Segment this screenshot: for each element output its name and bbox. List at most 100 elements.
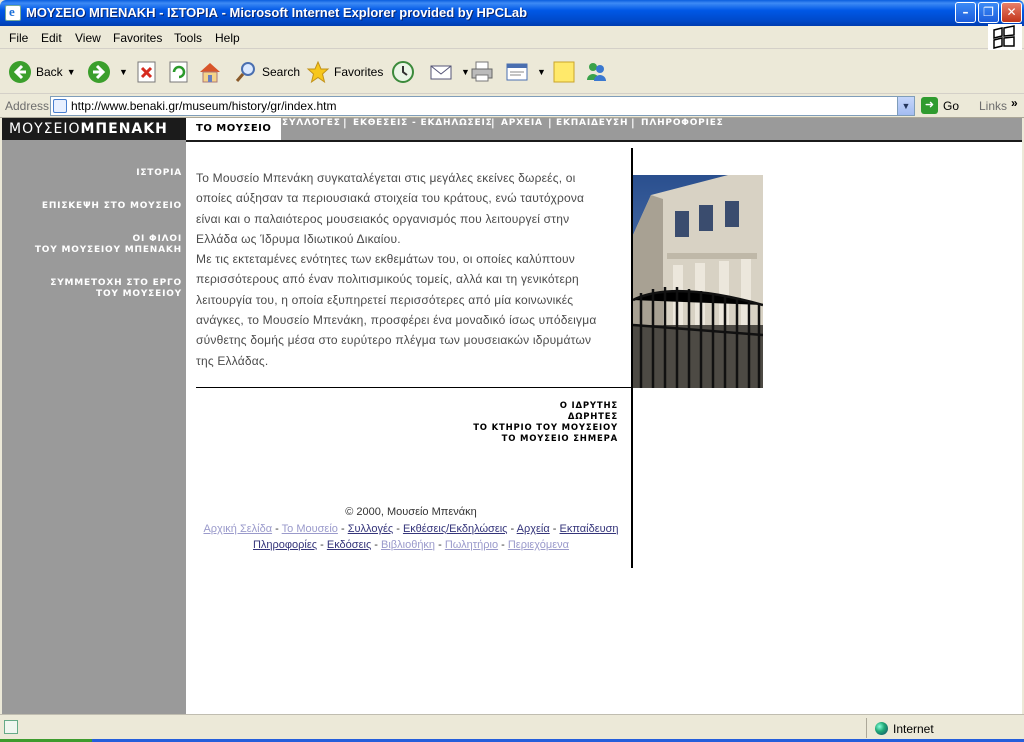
address-input[interactable]: http://www.benaki.gr/museum/history/gr/i… (50, 96, 915, 116)
menu-bar: File Edit View Favorites Tools Help (0, 27, 1024, 49)
ie-icon (5, 4, 21, 21)
print-button[interactable] (470, 58, 498, 86)
go-button[interactable]: ➜ Go (921, 97, 959, 114)
edit-dropdown-icon[interactable]: ▼ (537, 67, 546, 77)
footer-separator: - (371, 539, 382, 551)
nav-education[interactable]: ΕΚΠΑΙΔΕΥΣΗ (556, 118, 628, 140)
footer-link-exhibitions[interactable]: Εκθέσεις/Εκδηλώσεις (403, 523, 508, 535)
forward-dropdown-icon[interactable]: ▼ (119, 67, 128, 77)
menu-help[interactable]: Help (215, 31, 240, 45)
forward-button[interactable]: ▼ (87, 58, 128, 86)
menu-tools[interactable]: Tools (174, 31, 202, 45)
menu-file[interactable]: File (9, 31, 28, 45)
sidebar-item-friends[interactable]: ΟΙ ΦΙΛΟΙ ΤΟΥ ΜΟΥΣΕΙΟΥ ΜΠΕΝΑΚΗ (35, 234, 182, 256)
sidebar-item-participate[interactable]: ΣΥΜΜΕΤΟΧΗ ΣΤΟ ΕΡΓΟ ΤΟΥ ΜΟΥΣΕΙΟΥ (50, 278, 182, 300)
sidebar: ΙΣΤΟΡΙΑ ΕΠΙΣΚΕΨΗ ΣΤΟ ΜΟΥΣΕΙΟ ΟΙ ΦΙΛΟΙ ΤΟ… (2, 140, 186, 714)
browser-window: ΜΟΥΣΕΙΟ ΜΠΕΝΑΚΗ - ΙΣΤΟΡΙΑ - Microsoft In… (0, 0, 1024, 742)
nav-separator: | (343, 118, 347, 129)
nav-exhibitions[interactable]: ΕΚΘΕΣΕΙΣ - ΕΚΔΗΛΩΣΕΙΣ (353, 118, 493, 140)
search-icon (235, 62, 255, 82)
text-line: Ελλάδα ως Ίδρυμα Ιδιωτικού Δικαίου. (196, 231, 401, 246)
footer-separator: - (507, 523, 517, 535)
back-dropdown-icon[interactable]: ▼ (67, 67, 76, 77)
status-separator (866, 718, 867, 738)
footer-separator: - (435, 539, 445, 551)
minimize-button[interactable]: – (955, 2, 976, 23)
footer-separator: - (549, 523, 560, 535)
footer-link-information[interactable]: Πληροφορίες (253, 539, 317, 551)
address-url[interactable]: http://www.benaki.gr/museum/history/gr/i… (71, 99, 336, 113)
favorites-button[interactable]: Favorites (306, 58, 383, 86)
nav-separator: | (631, 118, 635, 129)
internet-zone-icon (875, 722, 888, 735)
subnav-founder[interactable]: Ο ΙΔΡΥΤΗΣ (402, 401, 618, 412)
discuss-button[interactable] (552, 58, 580, 86)
sidebar-item-visit[interactable]: ΕΠΙΣΚΕΨΗ ΣΤΟ ΜΟΥΣΕΙΟ (42, 201, 182, 212)
nav-separator: | (548, 118, 552, 129)
history-button[interactable] (391, 58, 419, 86)
history-icon (392, 61, 414, 83)
footer-links-row2: Πληροφορίες - Εκδόσεις - Βιβλιοθήκη - Πω… (196, 537, 626, 553)
footer-link-shop[interactable]: Πωλητήριο (445, 539, 498, 551)
address-label: Address (5, 99, 50, 113)
footer-link-education[interactable]: Εκπαίδευση (560, 523, 619, 535)
menu-view[interactable]: View (75, 31, 101, 45)
links-chevron-icon[interactable]: » (1011, 96, 1018, 110)
sidebar-item-participate-line2: ΤΟΥ ΜΟΥΣΕΙΟΥ (96, 289, 182, 299)
stop-button[interactable] (135, 58, 163, 86)
site-logo[interactable]: ΜΟΥΣΕΙΟΜΠΕΝΑΚΗ (2, 118, 186, 140)
footer-separator: - (272, 523, 282, 535)
nav-museum-active[interactable]: ΤΟ ΜΟΥΣΕΙΟ (186, 118, 282, 140)
links-label[interactable]: Links (979, 99, 1007, 113)
home-icon (200, 63, 220, 83)
status-bar: Internet (0, 714, 1024, 742)
stop-icon (137, 61, 156, 83)
footer-link-publications[interactable]: Εκδόσεις (327, 539, 371, 551)
menu-favorites[interactable]: Favorites (113, 31, 162, 45)
footer-link-contents[interactable]: Περιεχόμενα (508, 539, 569, 551)
logo-light: ΜΟΥΣΕΙΟ (9, 121, 81, 137)
mail-button[interactable]: ▼ (429, 58, 470, 86)
subnav-museum-today[interactable]: ΤΟ ΜΟΥΣΕΙΟ ΣΗΜΕΡΑ (402, 434, 618, 445)
note-icon (553, 61, 575, 83)
close-button[interactable]: ✕ (1001, 2, 1022, 23)
home-button[interactable] (198, 58, 226, 86)
footer-separator: - (393, 523, 403, 535)
back-button[interactable]: Back ▼ (8, 58, 76, 86)
subnav-donors[interactable]: ΔΩΡΗΤΕΣ (402, 412, 618, 423)
address-dropdown-icon[interactable]: ▼ (897, 97, 914, 115)
search-button[interactable]: Search (234, 58, 300, 86)
sidebar-item-history[interactable]: ΙΣΤΟΡΙΑ (136, 168, 182, 179)
toolbar: Back ▼ ▼ Search Favorites ▼ ▼ (0, 50, 1024, 94)
nav-collections[interactable]: ΣΥΛΛΟΓΕΣ (282, 118, 341, 140)
window-title: ΜΟΥΣΕΙΟ ΜΠΕΝΑΚΗ - ΙΣΤΟΡΙΑ - Microsoft In… (26, 5, 528, 20)
footer: © 2000, Μουσείο Μπενάκη Αρχική Σελίδα - … (196, 505, 626, 553)
nav-archives[interactable]: ΑΡΧΕΙΑ (501, 118, 543, 140)
footer-separator: - (317, 539, 327, 551)
edit-button[interactable]: ▼ (505, 58, 546, 86)
footer-link-archives[interactable]: Αρχεία (517, 523, 550, 535)
subnav-building[interactable]: ΤΟ ΚΤΗΡΙΟ ΤΟΥ ΜΟΥΣΕΙΟΥ (402, 423, 618, 434)
star-icon (306, 60, 330, 84)
footer-link-collections[interactable]: Συλλογές (348, 523, 393, 535)
footer-links-row1: Αρχική Σελίδα - Το Μουσείο - Συλλογές - … (196, 521, 626, 537)
text-line: της Ελλάδας. (196, 353, 269, 368)
nav-information[interactable]: ΠΛΗΡΟΦΟΡΙΕΣ (641, 118, 724, 140)
text-line: είναι και ο παλαιότερος μουσειακός οργαν… (196, 211, 570, 226)
sidebar-item-friends-line1: ΟΙ ΦΙΛΟΙ (132, 234, 182, 244)
back-label: Back (36, 65, 63, 79)
title-bar[interactable]: ΜΟΥΣΕΙΟ ΜΠΕΝΑΚΗ - ΙΣΤΟΡΙΑ - Microsoft In… (0, 0, 1024, 26)
maximize-button[interactable]: ❐ (978, 2, 999, 23)
security-zone: Internet (893, 722, 934, 736)
footer-link-home[interactable]: Αρχική Σελίδα (203, 523, 272, 535)
messenger-button[interactable] (584, 58, 612, 86)
menu-edit[interactable]: Edit (41, 31, 62, 45)
go-label: Go (943, 98, 960, 113)
mail-dropdown-icon[interactable]: ▼ (461, 67, 470, 77)
footer-link-museum[interactable]: Το Μουσείο (282, 523, 338, 535)
museum-building-photo (633, 175, 763, 388)
footer-link-library[interactable]: Βιβλιοθήκη (381, 539, 435, 551)
refresh-button[interactable] (167, 58, 195, 86)
refresh-icon (169, 61, 188, 83)
text-line: Το Μουσείο Μπενάκη συγκαταλέγεται στις μ… (196, 171, 576, 185)
